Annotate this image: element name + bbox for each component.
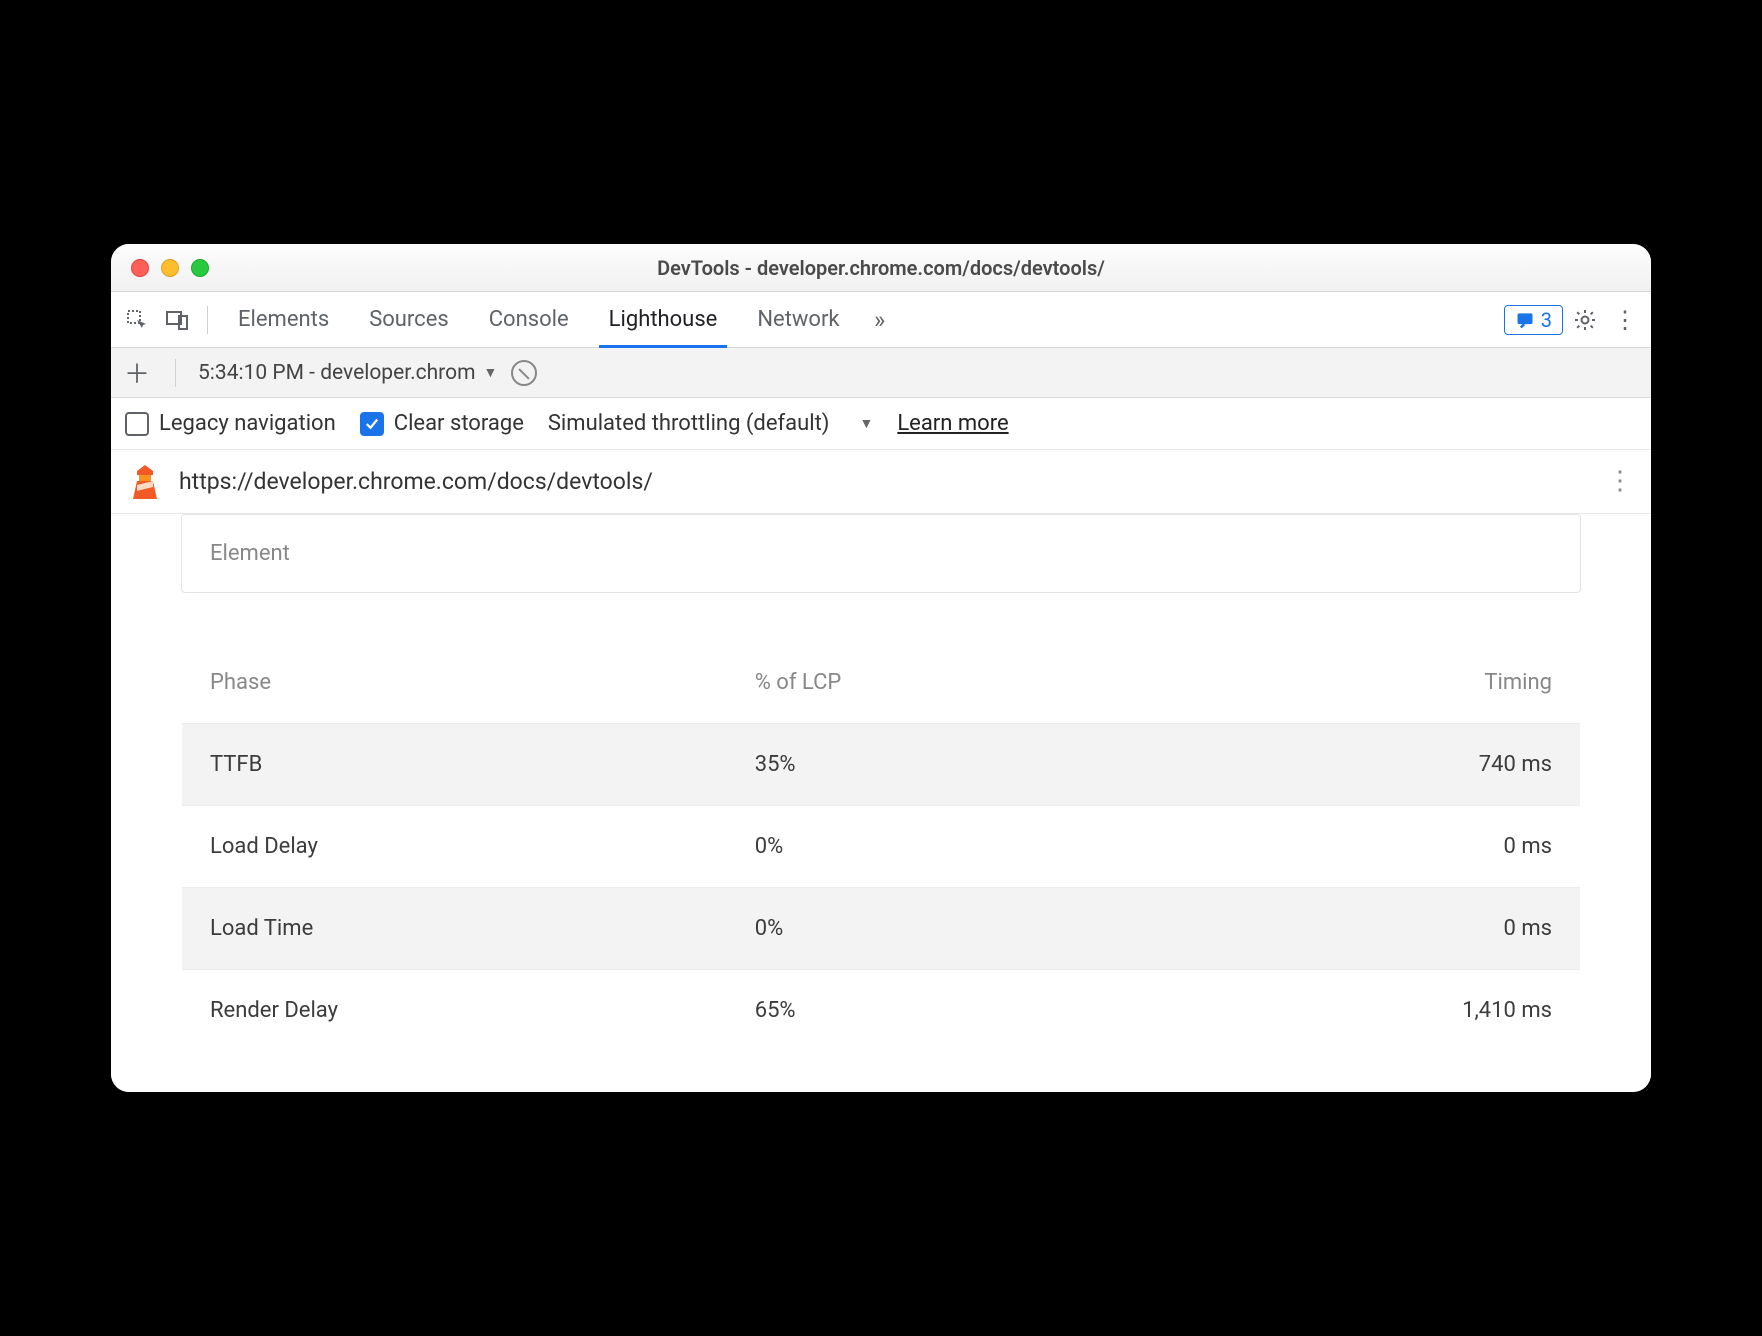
tab-elements[interactable]: Elements: [220, 292, 347, 347]
dropdown-caret-icon: ▼: [483, 364, 497, 381]
kebab-menu-icon[interactable]: ⋮: [1607, 302, 1643, 338]
zoom-window-button[interactable]: [191, 259, 209, 277]
close-window-button[interactable]: [131, 259, 149, 277]
messages-count: 3: [1541, 308, 1552, 332]
legacy-navigation-option[interactable]: Legacy navigation: [125, 411, 336, 436]
dropdown-caret-icon: ▼: [859, 415, 873, 432]
lcp-phase-table: Phase % of LCP Timing TTFB 35% 740 ms Lo…: [181, 641, 1581, 1052]
col-pct: % of LCP: [727, 642, 1148, 724]
separator: [207, 306, 208, 334]
cell-phase: Load Time: [182, 888, 727, 970]
titlebar: DevTools - developer.chrome.com/docs/dev…: [111, 244, 1651, 292]
devtools-window: DevTools - developer.chrome.com/docs/dev…: [111, 244, 1651, 1092]
report-selector-label: 5:34:10 PM - developer.chrom: [198, 361, 475, 385]
cell-timing: 0 ms: [1148, 888, 1581, 970]
inspect-element-icon[interactable]: [119, 302, 155, 338]
clear-storage-checkbox[interactable]: [360, 412, 384, 436]
window-title: DevTools - developer.chrome.com/docs/dev…: [111, 256, 1651, 280]
lighthouse-settings: Legacy navigation Clear storage Simulate…: [111, 398, 1651, 450]
throttling-label: Simulated throttling (default): [548, 411, 830, 436]
cell-phase: Load Delay: [182, 806, 727, 888]
table-row: TTFB 35% 740 ms: [182, 724, 1581, 806]
col-timing: Timing: [1148, 642, 1581, 724]
cell-pct: 0%: [727, 806, 1148, 888]
cell-pct: 35%: [727, 724, 1148, 806]
tab-console[interactable]: Console: [471, 292, 587, 347]
clear-report-button[interactable]: [511, 360, 537, 386]
cell-timing: 0 ms: [1148, 806, 1581, 888]
report-selector-dropdown[interactable]: 5:34:10 PM - developer.chrom ▼: [198, 361, 497, 385]
clear-storage-option[interactable]: Clear storage: [360, 411, 524, 436]
col-phase: Phase: [182, 642, 727, 724]
learn-more-link[interactable]: Learn more: [897, 411, 1008, 436]
report-url: https://developer.chrome.com/docs/devtoo…: [179, 468, 1589, 495]
legacy-navigation-checkbox[interactable]: [125, 412, 149, 436]
separator: [175, 359, 176, 387]
report-menu-icon[interactable]: ⋮: [1607, 474, 1633, 490]
minimize-window-button[interactable]: [161, 259, 179, 277]
messages-badge[interactable]: 3: [1504, 305, 1563, 335]
lighthouse-logo-icon: [129, 463, 161, 501]
device-toolbar-icon[interactable]: [159, 302, 195, 338]
new-report-button[interactable]: ＋: [121, 354, 153, 391]
cell-phase: TTFB: [182, 724, 727, 806]
table-row: Load Delay 0% 0 ms: [182, 806, 1581, 888]
element-card-label: Element: [210, 541, 290, 566]
clear-storage-label: Clear storage: [394, 411, 524, 436]
lighthouse-report-toolbar: ＋ 5:34:10 PM - developer.chrom ▼: [111, 348, 1651, 398]
cell-phase: Render Delay: [182, 970, 727, 1052]
devtools-tabs: Elements Sources Console Lighthouse Netw…: [111, 292, 1651, 348]
cell-timing: 1,410 ms: [1148, 970, 1581, 1052]
throttling-dropdown[interactable]: Simulated throttling (default) ▼: [548, 411, 873, 436]
report-content: Element Phase % of LCP Timing TTFB 35% 7…: [111, 514, 1651, 1092]
table-row: Load Time 0% 0 ms: [182, 888, 1581, 970]
table-header-row: Phase % of LCP Timing: [182, 642, 1581, 724]
tab-network[interactable]: Network: [739, 292, 857, 347]
traffic-lights: [111, 259, 209, 277]
report-url-row: https://developer.chrome.com/docs/devtoo…: [111, 450, 1651, 514]
legacy-navigation-label: Legacy navigation: [159, 411, 336, 436]
cell-timing: 740 ms: [1148, 724, 1581, 806]
settings-gear-icon[interactable]: [1567, 302, 1603, 338]
cell-pct: 0%: [727, 888, 1148, 970]
tab-sources[interactable]: Sources: [351, 292, 467, 347]
element-card[interactable]: Element: [181, 514, 1581, 593]
tabs-overflow-icon[interactable]: »: [862, 302, 898, 338]
tab-lighthouse[interactable]: Lighthouse: [591, 292, 736, 347]
table-row: Render Delay 65% 1,410 ms: [182, 970, 1581, 1052]
cell-pct: 65%: [727, 970, 1148, 1052]
